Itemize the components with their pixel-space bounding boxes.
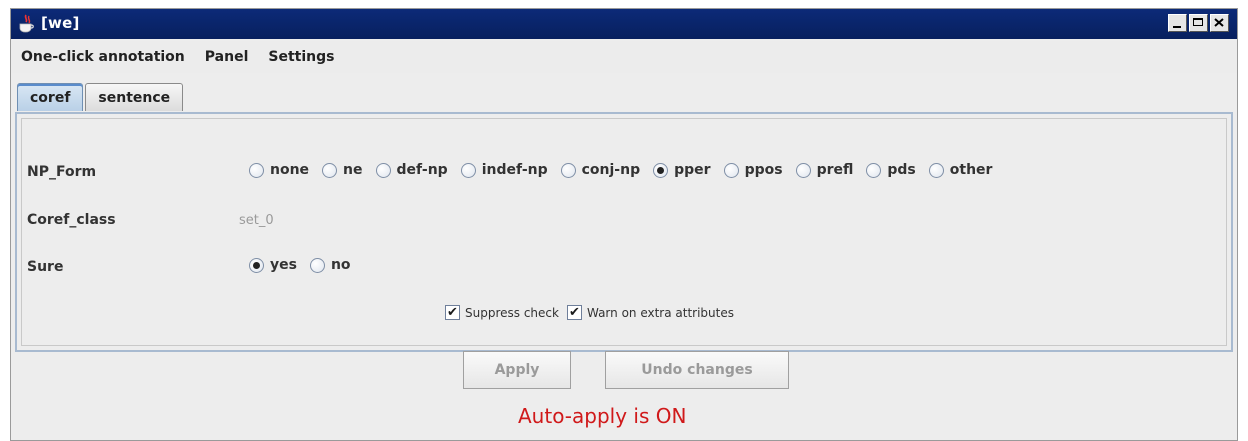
np-form-option-def-np[interactable]: def-np xyxy=(375,162,448,178)
np-form-option-ne[interactable]: ne xyxy=(322,162,363,178)
suppress-check-checkbox[interactable]: ✔ Suppress check xyxy=(445,305,559,320)
close-icon xyxy=(1214,18,1224,27)
sure-radio-group: yes no xyxy=(249,257,364,273)
radio-icon xyxy=(309,257,325,273)
menu-bar: One-click annotation Panel Settings xyxy=(11,41,1237,73)
np-form-option-indef-np[interactable]: indef-np xyxy=(460,162,548,178)
maximize-button[interactable] xyxy=(1189,14,1208,32)
tab-sentence[interactable]: sentence xyxy=(85,83,184,111)
tab-strip: coref sentence xyxy=(17,83,184,111)
radio-icon xyxy=(866,162,882,178)
radio-icon xyxy=(249,162,264,178)
title-bar[interactable]: [we] xyxy=(11,9,1237,39)
options-checkboxes: ✔ Suppress check ✔ Warn on extra attribute… xyxy=(445,305,742,320)
checkmark-icon: ✔ xyxy=(445,305,460,320)
sure-option-yes[interactable]: yes xyxy=(249,257,297,273)
radio-icon xyxy=(560,162,576,178)
close-button[interactable] xyxy=(1210,14,1229,32)
apply-button[interactable]: Apply xyxy=(463,351,571,389)
coref-class-label: Coref_class xyxy=(27,212,116,228)
np-form-option-prefl[interactable]: prefl xyxy=(795,162,853,178)
radio-selected-icon xyxy=(653,162,669,178)
window-title: [we] xyxy=(41,14,80,32)
menu-one-click-annotation[interactable]: One-click annotation xyxy=(11,41,195,73)
warn-extra-attributes-checkbox[interactable]: ✔ Warn on extra attributes xyxy=(566,305,734,320)
application-window: [we] One-click annotation Panel Settings… xyxy=(10,8,1238,441)
undo-changes-button[interactable]: Undo changes xyxy=(605,351,789,389)
tab-coref[interactable]: coref xyxy=(17,83,84,111)
minimize-button[interactable] xyxy=(1168,14,1187,32)
np-form-label: NP_Form xyxy=(27,164,97,180)
radio-icon xyxy=(375,162,391,178)
np-form-option-ppos[interactable]: ppos xyxy=(723,162,783,178)
sure-label: Sure xyxy=(27,259,64,275)
window-controls xyxy=(1168,14,1229,32)
np-form-radio-group: none ne def-np indef-np conj-np pper ppo… xyxy=(249,162,1005,178)
np-form-option-pper[interactable]: pper xyxy=(653,162,711,178)
annotation-panel: NP_Form none ne def-np indef-np conj-np … xyxy=(15,112,1233,352)
minimize-icon xyxy=(1173,26,1181,28)
coref-class-value: set_0 xyxy=(239,213,274,228)
radio-selected-icon xyxy=(249,257,264,273)
radio-icon xyxy=(723,162,739,178)
maximize-icon xyxy=(1193,18,1203,26)
radio-icon xyxy=(795,162,811,178)
menu-panel[interactable]: Panel xyxy=(195,41,259,73)
radio-icon xyxy=(928,162,944,178)
np-form-option-conj-np[interactable]: conj-np xyxy=(560,162,640,178)
sure-option-no[interactable]: no xyxy=(309,257,351,273)
java-cup-icon xyxy=(19,14,34,33)
np-form-option-other[interactable]: other xyxy=(928,162,992,178)
radio-icon xyxy=(322,162,338,178)
radio-icon xyxy=(460,162,476,178)
auto-apply-status: Auto-apply is ON xyxy=(518,404,687,428)
np-form-option-none[interactable]: none xyxy=(249,162,309,178)
menu-settings[interactable]: Settings xyxy=(258,41,344,73)
checkmark-icon: ✔ xyxy=(566,305,582,320)
np-form-option-pds[interactable]: pds xyxy=(866,162,916,178)
